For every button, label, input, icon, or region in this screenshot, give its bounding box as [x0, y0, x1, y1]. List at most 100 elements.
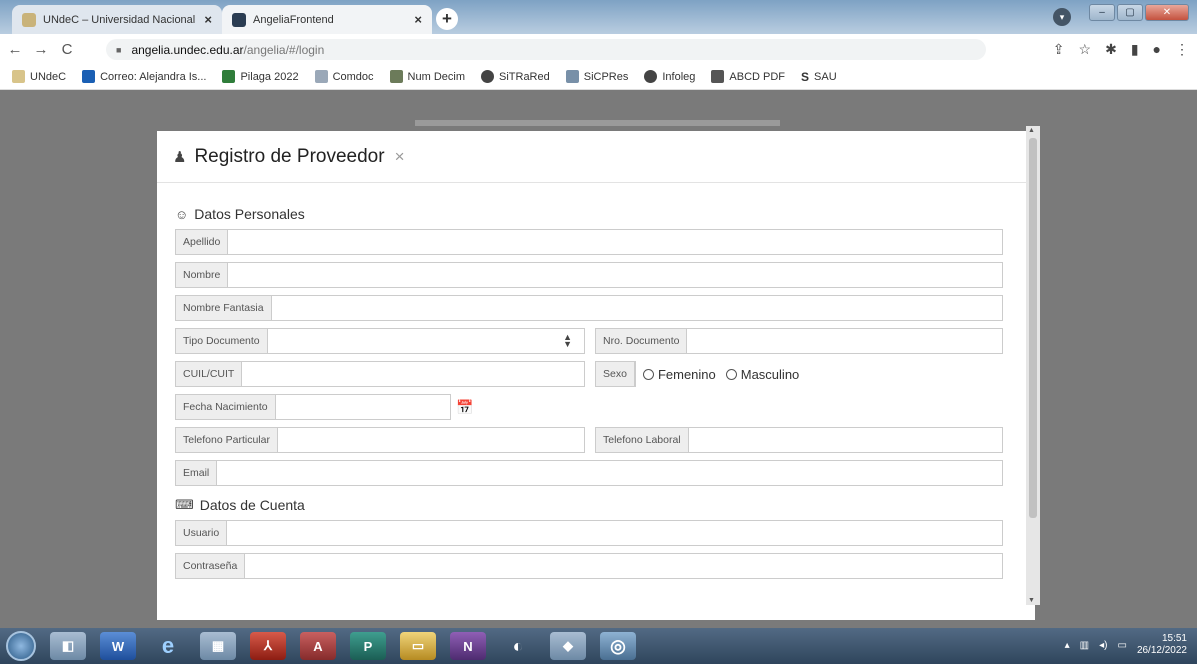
- volume-icon[interactable]: ◂): [1099, 640, 1107, 651]
- nombre-fantasia-field-group: Nombre Fantasia: [175, 295, 1003, 321]
- bookmark-item[interactable]: Comdoc: [314, 70, 374, 83]
- url-host: angelia.undec.edu.ar: [131, 42, 244, 57]
- bookmark-label: Num Decim: [407, 70, 465, 83]
- register-supplier-modal: ♟ Registro de Proveedor × ☺ Datos Person…: [157, 131, 1035, 620]
- bookmark-icon: [644, 70, 658, 83]
- start-button[interactable]: [6, 631, 36, 661]
- taskbar-explorer-icon[interactable]: ▭: [400, 632, 436, 660]
- scroll-down-icon[interactable]: ▼: [1028, 597, 1035, 604]
- telefono-particular-input[interactable]: [277, 428, 584, 452]
- taskbar-app-icon[interactable]: ◧: [50, 632, 86, 660]
- share-icon[interactable]: ⇪: [1053, 41, 1065, 58]
- url-path: /angelia/#/login: [243, 42, 325, 57]
- bookmark-label: SAU: [814, 70, 837, 83]
- nombre-label: Nombre: [176, 263, 229, 287]
- telefono-laboral-label: Telefono Laboral: [596, 428, 689, 452]
- tab-close-icon[interactable]: ×: [414, 12, 422, 27]
- bookmark-item[interactable]: UNdeC: [12, 70, 66, 83]
- clock[interactable]: 15:51 26/12/2022: [1137, 633, 1187, 657]
- bookmark-item[interactable]: SiCPRes: [565, 70, 628, 83]
- bookmark-item[interactable]: Correo: Alejandra Is...: [82, 70, 206, 83]
- extensions-icon[interactable]: ✱: [1105, 41, 1117, 58]
- action-center-icon[interactable]: ▭: [1117, 640, 1126, 651]
- scrollbar-thumb[interactable]: [1029, 138, 1037, 518]
- taskbar-publisher-icon[interactable]: P: [350, 632, 386, 660]
- usuario-field-group: Usuario: [175, 520, 1003, 546]
- tray-arrow-icon[interactable]: ▴: [1065, 640, 1070, 651]
- calendar-icon[interactable]: 📅: [451, 394, 479, 420]
- tab-close-icon[interactable]: ×: [204, 12, 212, 27]
- bookmark-label: SiTRaRed: [499, 70, 550, 83]
- browser-tab-bar: UNdeC – Universidad Nacional d × Angelia…: [0, 0, 1197, 34]
- usuario-input[interactable]: [227, 521, 1002, 545]
- modal-body: ☺ Datos Personales Apellido Nombre Nombr…: [175, 203, 1005, 579]
- scroll-up-icon[interactable]: ▲: [1028, 127, 1035, 134]
- modal-close-button[interactable]: ×: [395, 147, 405, 167]
- bookmark-item[interactable]: S SAU: [801, 70, 837, 84]
- nombre-input[interactable]: [228, 263, 1002, 287]
- reload-icon[interactable]: C: [56, 41, 78, 58]
- profile-icon[interactable]: ●: [1153, 41, 1161, 58]
- page-backdrop: ♟ Registro de Proveedor × ☺ Datos Person…: [0, 90, 1197, 628]
- tab-angelia[interactable]: AngeliaFrontend ×: [222, 5, 432, 34]
- sexo-field-group: Sexo: [595, 361, 636, 387]
- angelia-favicon-icon: [232, 12, 246, 27]
- bookmark-item[interactable]: Infoleg: [644, 70, 695, 83]
- bookmark-item[interactable]: Num Decim: [389, 70, 465, 83]
- side-panel-icon[interactable]: ▮: [1131, 41, 1139, 58]
- minimize-button[interactable]: –: [1089, 4, 1115, 21]
- taskbar-calculator-icon[interactable]: ▦: [200, 632, 236, 660]
- taskbar-app-icon[interactable]: ◆: [550, 632, 586, 660]
- nombre-fantasia-input[interactable]: [271, 296, 1002, 320]
- bookmark-star-icon[interactable]: ☆: [1079, 41, 1092, 58]
- email-input[interactable]: [217, 461, 1002, 485]
- forward-icon[interactable]: →: [30, 41, 52, 58]
- undec-favicon-icon: [22, 12, 36, 27]
- menu-icon[interactable]: ⋮: [1175, 41, 1189, 58]
- bookmark-label: Correo: Alejandra Is...: [100, 70, 207, 83]
- taskbar-acrobat-icon[interactable]: ⅄: [250, 632, 286, 660]
- close-window-button[interactable]: ✕: [1145, 4, 1189, 21]
- bookmark-item[interactable]: SiTRaRed: [481, 70, 550, 83]
- taskbar-word-icon[interactable]: W: [100, 632, 136, 660]
- network-icon[interactable]: ▥: [1080, 640, 1089, 651]
- taskbar-chrome-icon[interactable]: ◎: [600, 632, 636, 660]
- taskbar-ie-icon[interactable]: e: [150, 632, 186, 660]
- new-tab-button[interactable]: +: [436, 8, 458, 30]
- taskbar-access-icon[interactable]: A: [300, 632, 336, 660]
- taskbar-onenote-icon[interactable]: N: [450, 632, 486, 660]
- fecha-nacimiento-input[interactable]: [275, 395, 450, 419]
- contrasena-field-group: Contraseña: [175, 553, 1003, 579]
- telefono-laboral-input[interactable]: [688, 428, 1002, 452]
- section-account-data: ⌨ Datos de Cuenta: [175, 494, 1005, 516]
- maximize-button[interactable]: ▢: [1117, 4, 1143, 21]
- modal-scrollbar[interactable]: ▲ ▼: [1026, 126, 1040, 605]
- telefono-particular-field-group: Telefono Particular: [175, 427, 585, 453]
- radio-masculino[interactable]: Masculino: [725, 361, 799, 387]
- bookmark-icon: S: [801, 69, 810, 84]
- browser-toolbar: ← → C ■ angelia.undec.edu.ar/angelia/#/l…: [0, 34, 1197, 64]
- tab-undec[interactable]: UNdeC – Universidad Nacional d ×: [12, 5, 222, 34]
- bookmark-icon: [565, 70, 579, 83]
- lock-icon[interactable]: ■: [116, 45, 121, 55]
- address-bar[interactable]: ■ angelia.undec.edu.ar/angelia/#/login: [106, 39, 986, 60]
- system-tray: ▴ ▥ ◂) ▭ 15:51 26/12/2022: [1065, 633, 1187, 657]
- os-taskbar: ◧ W e ▦ ⅄ A P ▭ N ◐ ◆ ◎ ▴ ▥ ◂) ▭ 15:51 2…: [0, 628, 1197, 664]
- tab-search-button[interactable]: ▾: [1053, 8, 1071, 26]
- apellido-input[interactable]: [228, 230, 1002, 254]
- cuil-input[interactable]: [242, 362, 584, 386]
- cuil-label: CUIL/CUIT: [176, 362, 243, 386]
- tipo-documento-select[interactable]: ▲ ▼: [268, 329, 584, 353]
- bookmark-item[interactable]: ABCD PDF: [711, 70, 785, 83]
- taskbar-app-icon[interactable]: ◐: [500, 632, 536, 660]
- bookmark-icon: [314, 70, 328, 83]
- back-icon[interactable]: ←: [4, 41, 26, 58]
- bookmark-label: Pilaga 2022: [240, 70, 299, 83]
- nro-documento-input[interactable]: [687, 329, 1002, 353]
- telefono-laboral-field-group: Telefono Laboral: [595, 427, 1003, 453]
- cuil-field-group: CUIL/CUIT: [175, 361, 585, 387]
- nombre-fantasia-label: Nombre Fantasia: [176, 296, 272, 320]
- contrasena-input[interactable]: [245, 554, 1002, 578]
- bookmark-item[interactable]: Pilaga 2022: [222, 70, 299, 83]
- radio-femenino[interactable]: Femenino: [642, 361, 716, 387]
